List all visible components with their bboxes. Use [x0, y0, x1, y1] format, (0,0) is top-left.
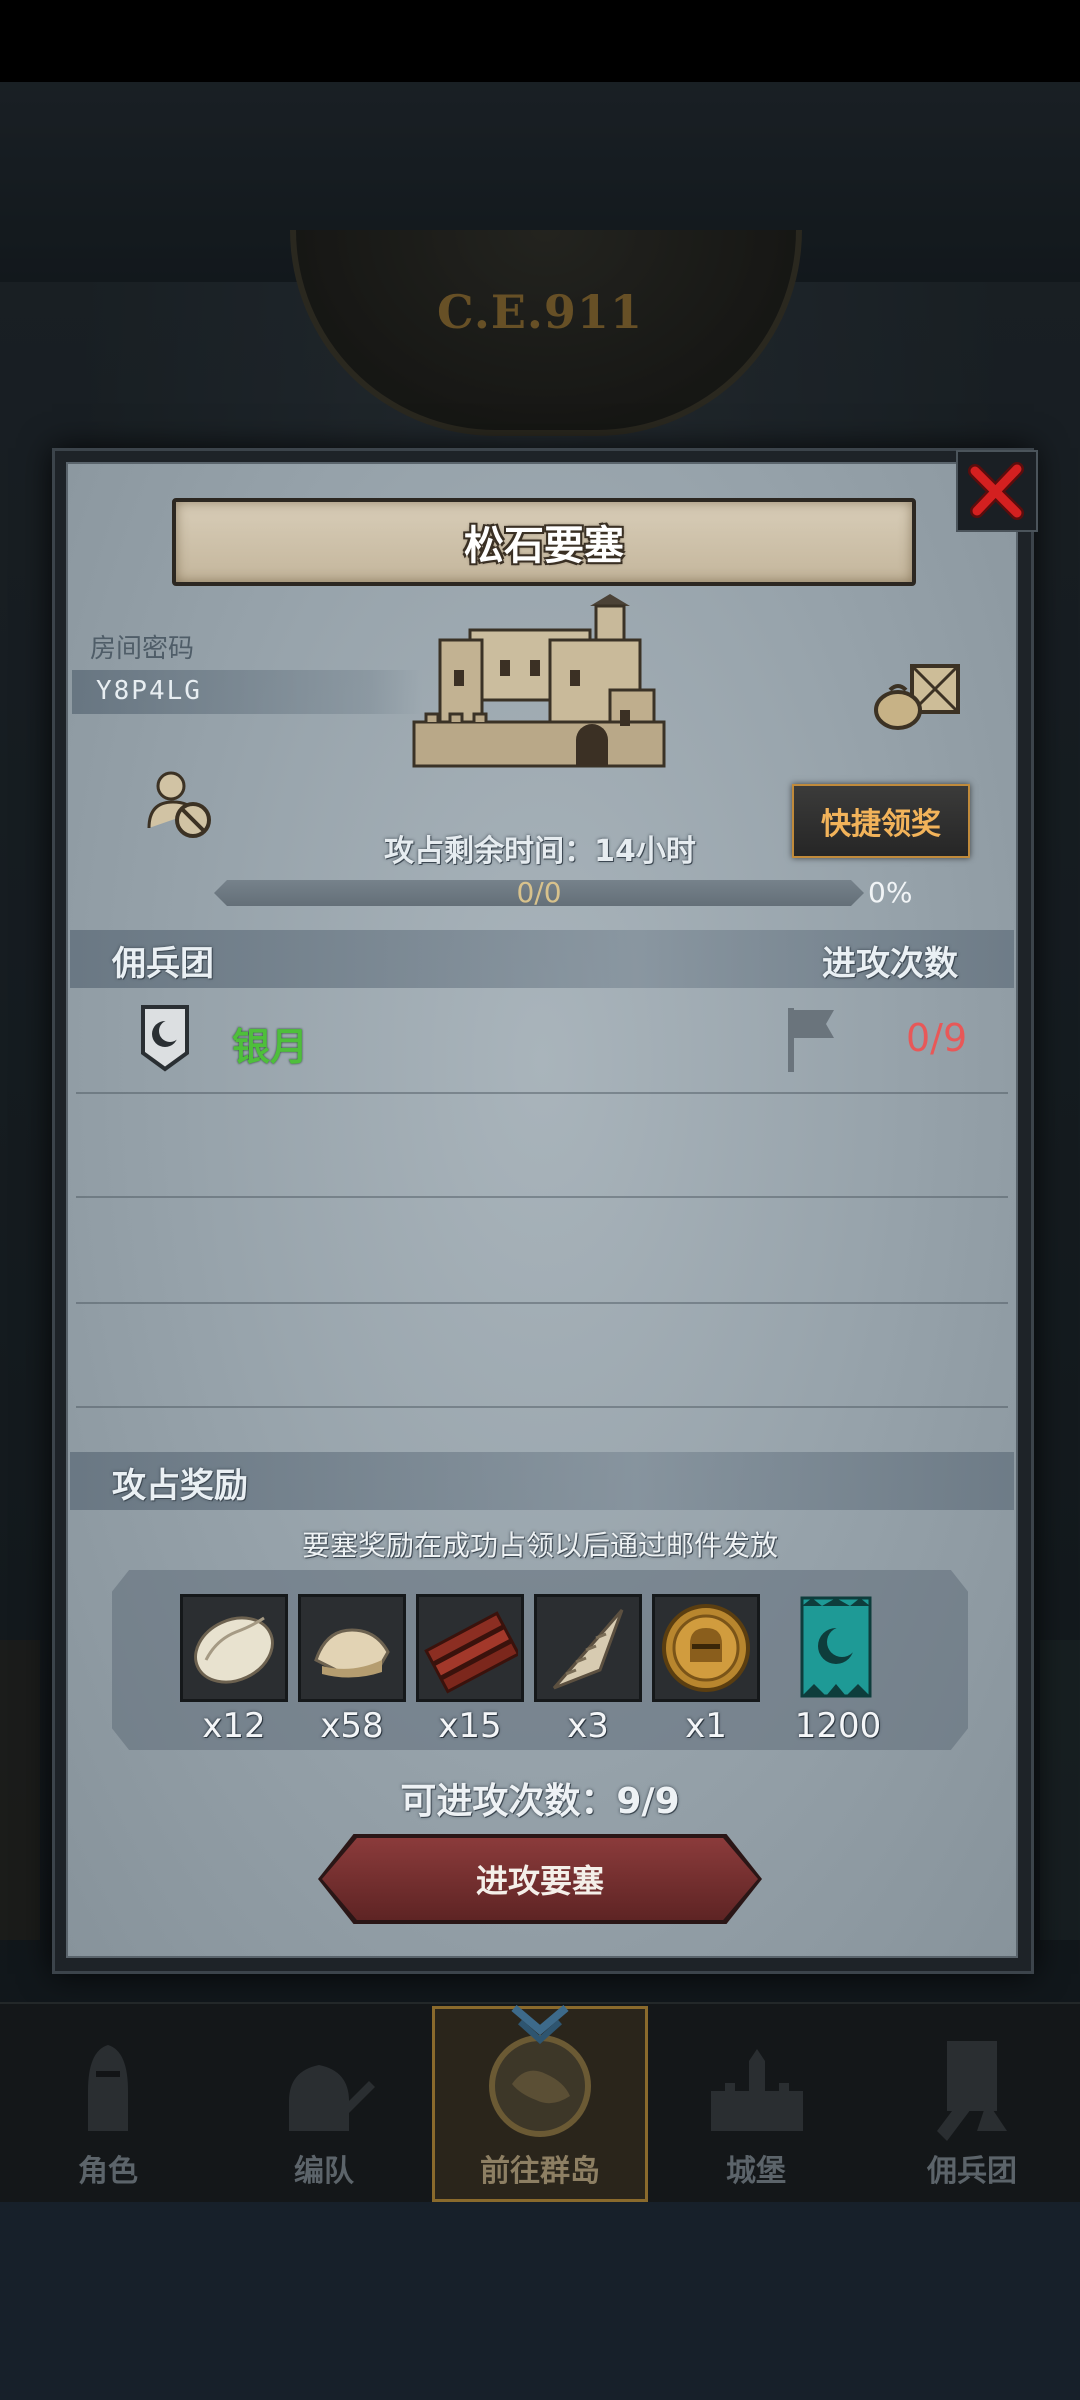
quick-claim-button[interactable]: 快捷领奖: [792, 784, 970, 858]
reward-qty: x58: [320, 1706, 384, 1746]
attack-fortress-label: 进攻要塞: [475, 1862, 604, 1900]
occupation-progress-percent: 0%: [868, 876, 913, 909]
row-divider: [76, 1196, 1008, 1198]
close-button[interactable]: [956, 450, 1038, 532]
no-user-icon: [147, 771, 211, 838]
squad-icon: [264, 2026, 384, 2146]
close-icon: [968, 462, 1024, 520]
reward-bag-icon[interactable]: [872, 660, 964, 732]
room-code-value: Y8P4LG: [96, 676, 202, 706]
reward-note: 要塞奖励在成功占领以后通过邮件发放: [301, 1529, 778, 1562]
row-divider: [76, 1406, 1008, 1408]
chevron-down-icon: [511, 2004, 569, 2044]
bottom-background: [0, 2202, 1080, 2400]
pelt-icon: [314, 1628, 390, 1678]
tab-castle[interactable]: 城堡: [648, 2010, 864, 2202]
attack-count-header-label: 进攻次数: [822, 944, 958, 984]
tab-mercenary-label: 佣兵团: [927, 2154, 1017, 2189]
reward-slot[interactable]: [180, 1594, 288, 1702]
tab-squad[interactable]: 编队: [216, 2010, 432, 2202]
title-banner: 松石要塞: [172, 498, 916, 586]
reward-qty: 1200: [794, 1706, 882, 1746]
tab-character-label: 角色: [78, 2154, 138, 2189]
attacks-available: 可进攻次数：9/9: [400, 1781, 680, 1822]
row-divider: [76, 1092, 1008, 1094]
tab-character[interactable]: 角色: [0, 2010, 216, 2202]
reward-slot[interactable]: [652, 1594, 760, 1702]
horn-icon: [552, 1609, 624, 1690]
reward-slot[interactable]: [298, 1594, 406, 1702]
timber-icon: [424, 1611, 518, 1694]
row-divider: [76, 1302, 1008, 1304]
quick-claim-label: 快捷领奖: [821, 807, 941, 842]
reward-slot[interactable]: [780, 1594, 892, 1702]
mercenary-header-label: 佣兵团: [112, 944, 214, 984]
guild-row[interactable]: [76, 992, 1008, 1088]
reward-qty: x12: [202, 1706, 266, 1746]
mercenary-icon: [912, 2026, 1032, 2146]
reward-qty: x15: [438, 1706, 502, 1746]
attack-fortress-button[interactable]: 进攻要塞: [322, 1838, 758, 1920]
status-bar: [0, 0, 1080, 82]
tab-mercenary[interactable]: 佣兵团: [864, 2010, 1080, 2202]
room-code-label: 房间密码: [90, 634, 195, 664]
castle-icon: [696, 2026, 816, 2146]
reward-qty: x3: [567, 1706, 609, 1746]
occupation-time-remaining: 攻占剩余时间：14小时: [384, 834, 696, 869]
knight-icon: [48, 2026, 168, 2146]
guild-attack-count: 0/9: [906, 1016, 968, 1060]
reward-qty: x1: [685, 1706, 727, 1746]
tab-squad-label: 编队: [294, 2154, 354, 2189]
guild-badge-icon: [141, 1005, 189, 1072]
fortress-icon: [412, 594, 666, 768]
fortress-title: 松石要塞: [464, 523, 624, 569]
tab-castle-label: 城堡: [726, 2154, 786, 2189]
fur-icon: [194, 1616, 274, 1684]
tab-islands-label: 前往群岛: [480, 2154, 600, 2189]
reward-slot[interactable]: [416, 1594, 524, 1702]
guild-banner-icon: [800, 1596, 872, 1698]
reward-header-label: 攻占奖励: [112, 1466, 248, 1506]
globe-icon: [480, 2026, 600, 2146]
reward-slot[interactable]: [534, 1594, 642, 1702]
flag-icon: [788, 1008, 834, 1072]
guild-name: 银月: [232, 1025, 309, 1069]
occupation-progress-text: 0/0: [516, 876, 562, 909]
knight-coin-icon: [662, 1604, 750, 1692]
